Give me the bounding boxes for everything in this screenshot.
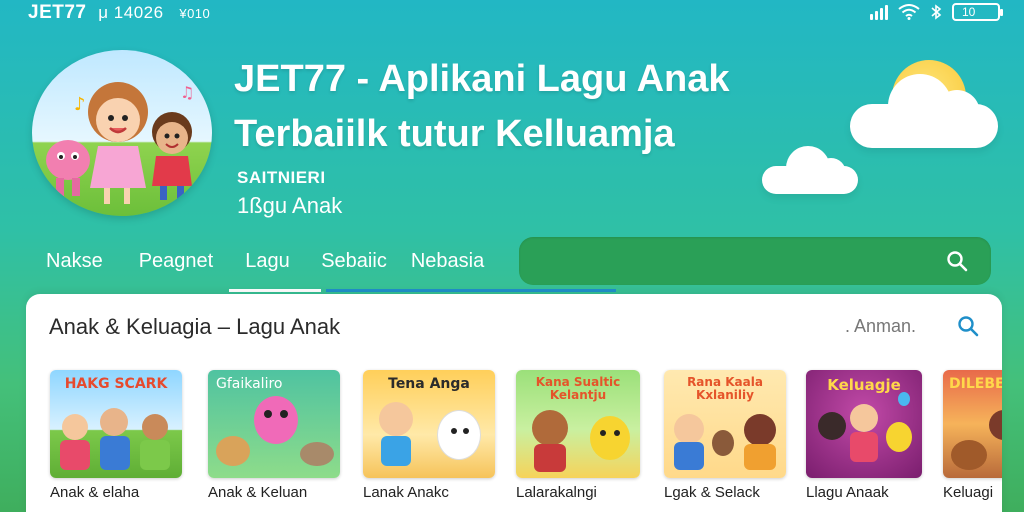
battery-icon: 10: [952, 3, 1003, 21]
tab-peagnet[interactable]: Peagnet: [119, 246, 230, 292]
tab-nakse[interactable]: Nakse: [30, 246, 119, 292]
song-thumbnail[interactable]: HAKG SCARK: [50, 370, 182, 478]
app-title-line1: JET77 - Aplikani Lagu Anak: [234, 58, 730, 100]
carrier-label: JET77: [28, 2, 87, 23]
status-right: 10: [870, 3, 1003, 21]
tab-nebasia[interactable]: Nebasia: [403, 246, 500, 292]
svg-text:♪: ♪: [74, 94, 86, 115]
song-title: Lgak & Selack: [664, 484, 760, 501]
song-card[interactable]: Tena Anga Lanak Anakc: [363, 370, 495, 501]
tab-indicator: [326, 289, 616, 292]
song-card[interactable]: Kana Sualtic Kelantju Lalarakalngi: [516, 370, 640, 501]
thumbnail-title: HAKG SCARK: [64, 376, 168, 392]
bluetooth-icon: [931, 4, 942, 20]
cloud-decoration-small: [762, 146, 858, 194]
section-title: Anak & Keluagia – Lagu Anak: [49, 314, 341, 339]
signal-icon: [870, 4, 888, 20]
status-left: JET77 μ 14026 ¥010: [28, 2, 210, 24]
song-card[interactable]: HAKG SCARK Anak & elaha: [50, 370, 182, 501]
song-title: Lalarakalngi: [516, 484, 597, 501]
song-title: Lanak Anakc: [363, 484, 449, 501]
song-title: Keluagi: [943, 484, 994, 501]
song-title: Anak & elaha: [50, 484, 140, 501]
wifi-icon: [898, 4, 920, 20]
tab-lagu[interactable]: Lagu: [229, 246, 322, 292]
app-title-line2: Terbaiilk tutur Kelluamja: [234, 113, 675, 155]
song-thumbnail[interactable]: Kana Sualtic Kelantju: [516, 370, 640, 478]
thumbnail-title: DILEBE: [949, 376, 1002, 392]
app-subtitle: SAITNIERI: [237, 168, 326, 187]
tab-bar: Nakse Peagnet Lagu Sebaiic Nebasia: [30, 246, 500, 292]
thumbnail-title: Kana Sualtic Kelantju: [535, 375, 621, 402]
song-title: Anak & Keluan: [208, 484, 308, 501]
content-panel: Anak & Keluagia – Lagu Anak . Anman. HAK…: [26, 294, 1002, 512]
search-input[interactable]: [519, 237, 991, 285]
song-thumbnail[interactable]: DILEBE: [943, 370, 1002, 478]
app-logo: ♪ ♫: [32, 50, 212, 216]
thumbnail-title: Tena Anga: [388, 376, 470, 392]
song-thumbnail[interactable]: Gfaikaliro: [208, 370, 340, 478]
app-title: JET77 - Aplikani Lagu Anak Terbaiilk tut…: [234, 52, 774, 162]
song-card[interactable]: Keluagje Llagu Anaak: [806, 370, 922, 501]
tab-sebaiic[interactable]: Sebaiic: [321, 246, 403, 292]
status-bar: JET77 μ 14026 ¥010 10: [0, 0, 1024, 26]
song-thumbnail[interactable]: Keluagje: [806, 370, 922, 478]
thumbnail-title: Rana Kaala Kxlaniliy: [687, 375, 763, 402]
battery-level: 10: [962, 5, 976, 19]
status-time: μ 14026: [98, 3, 164, 22]
song-title: Llagu Anaak: [806, 484, 889, 501]
section-search-hint[interactable]: . Anman.: [845, 316, 916, 337]
song-list: HAKG SCARK Anak & elaha Gfaikaliro Anak …: [50, 370, 1002, 512]
song-card[interactable]: Gfaikaliro Anak & Keluan: [208, 370, 340, 501]
thumbnail-title: Gfaikaliro: [216, 376, 283, 392]
song-card[interactable]: Rana Kaala Kxlaniliy Lgak & Selack: [664, 370, 786, 501]
song-thumbnail[interactable]: Tena Anga: [363, 370, 495, 478]
search-icon[interactable]: [956, 314, 980, 338]
svg-text:♫: ♫: [180, 83, 194, 102]
cloud-decoration: [850, 74, 998, 148]
song-card[interactable]: DILEBE Keluagi: [943, 370, 1002, 501]
search-icon[interactable]: [945, 249, 969, 273]
song-thumbnail[interactable]: Rana Kaala Kxlaniliy: [664, 370, 786, 478]
app-tagline: 1ßgu Anak: [237, 193, 343, 218]
status-extra: ¥010: [179, 6, 211, 21]
